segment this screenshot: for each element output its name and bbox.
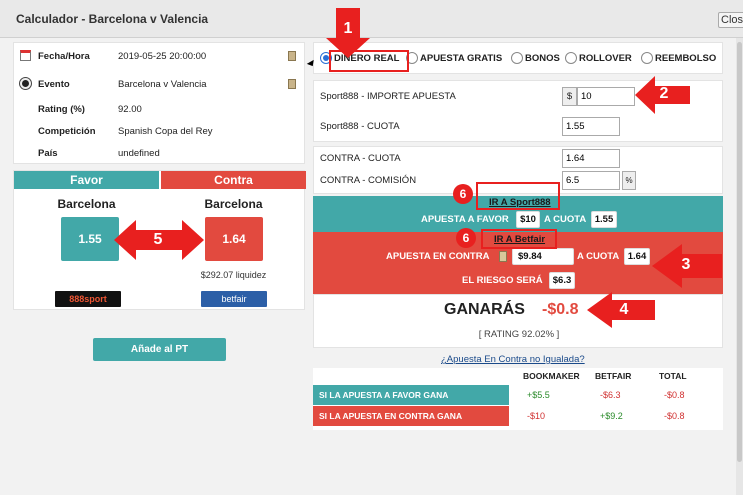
annotation-label-4: 4 xyxy=(619,301,629,318)
annotation-label-2: 2 xyxy=(659,85,669,102)
annotation-label-3: 3 xyxy=(681,256,691,273)
annotation-overlay xyxy=(114,8,722,328)
annotation-label-5: 5 xyxy=(153,231,163,248)
annotation-highlight-sport888-link xyxy=(476,182,560,210)
annotation-label-1: 1 xyxy=(343,20,353,37)
annotation-label-6b: 6 xyxy=(456,228,476,248)
annotation-label-6a: 6 xyxy=(453,184,473,204)
annotation-highlight-dinero-real xyxy=(329,50,409,72)
annotation-highlight-betfair-link xyxy=(481,229,557,249)
